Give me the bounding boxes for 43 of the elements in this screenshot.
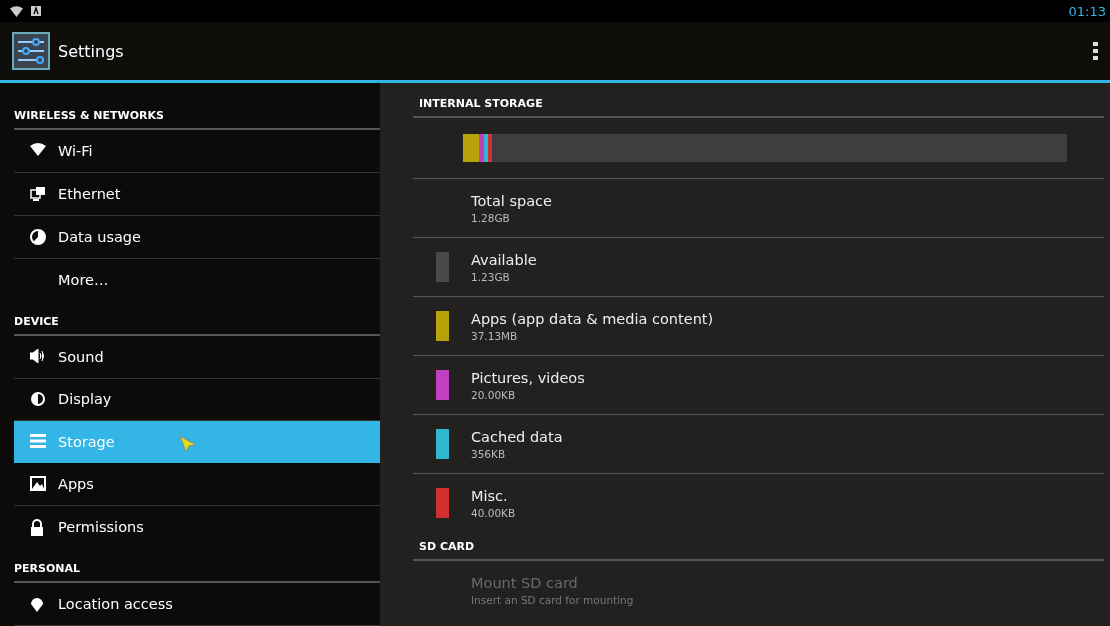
wifi-icon <box>30 142 46 156</box>
app-title: Settings <box>58 41 124 61</box>
settings-menu-item[interactable]: Wi-Fi <box>14 130 380 173</box>
settings-menu-item[interactable]: Location access <box>14 583 380 626</box>
speaker-icon <box>30 348 46 363</box>
pie-icon <box>30 228 46 245</box>
lock-icon <box>30 519 44 537</box>
location-icon <box>30 596 44 613</box>
settings-menu-item[interactable]: Data usage <box>14 215 380 259</box>
storage-item-title: Available <box>471 251 537 268</box>
section-header: INTERNAL STORAGE <box>413 89 1104 118</box>
storage-item-size: 20.00KB <box>471 388 517 401</box>
storage-item-size: 40.00KB <box>471 506 516 519</box>
storage-item-title: Mount SD card <box>471 574 579 591</box>
image-icon <box>30 476 46 492</box>
storage-item-size: 1.28GB <box>471 211 511 224</box>
storage-item-size: Insert an SD card for mounting <box>471 593 634 606</box>
settings-menu-item[interactable]: Apps <box>14 463 380 507</box>
list-icon <box>30 434 46 449</box>
settings-menu-item[interactable]: Sound <box>14 335 380 379</box>
section-header: WIRELESS & NETWORKS <box>14 95 380 130</box>
storage-item-title: Misc. <box>471 487 509 504</box>
clock: 01:13 <box>1068 3 1106 19</box>
storage-item-size: 1.23GB <box>471 270 511 283</box>
network-icon <box>30 185 46 202</box>
section-header: PERSONAL <box>14 548 380 584</box>
section-header: SD CARD <box>413 532 1104 561</box>
section-header: DEVICE <box>14 300 380 336</box>
wifi-icon <box>10 5 23 17</box>
storage-item-size: 356KB <box>471 447 507 460</box>
storage-item-title: Pictures, videos <box>471 369 585 386</box>
settings-menu-item[interactable]: Ethernet <box>14 172 380 216</box>
brightness-icon <box>30 391 46 408</box>
settings-sliders-icon[interactable] <box>12 32 50 70</box>
storage-item-title: Apps (app data & media content) <box>471 310 714 327</box>
storage-item-title: Cached data <box>471 428 563 445</box>
settings-menu-item[interactable]: More… <box>14 258 380 301</box>
notification-icon <box>31 6 41 16</box>
settings-menu-item[interactable]: Permissions <box>14 506 380 549</box>
storage-item-title: Total space <box>471 192 552 209</box>
overflow-menu-icon[interactable] <box>1093 42 1098 60</box>
pointer-icon <box>179 435 197 454</box>
storage-item-size: 37.13MB <box>471 329 519 342</box>
